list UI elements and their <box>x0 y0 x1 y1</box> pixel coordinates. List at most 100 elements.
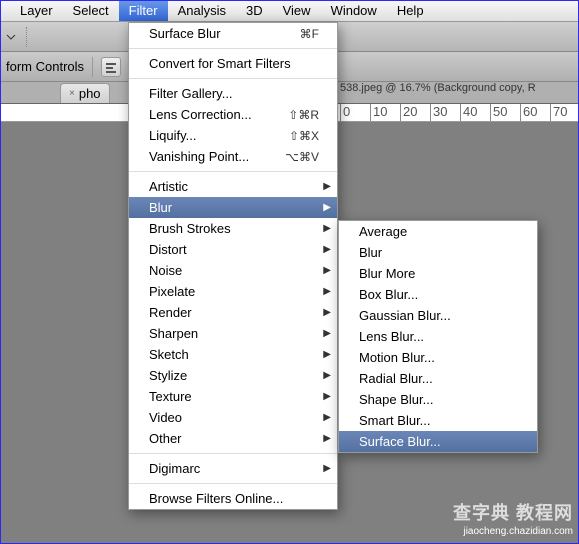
menu-item-label: Shape Blur... <box>359 392 433 407</box>
menu-other[interactable]: Other▶ <box>129 428 337 449</box>
menu-shortcut: ⇧⌘R <box>288 108 319 122</box>
menu-item-label: Distort <box>149 242 187 257</box>
menu-item-label: Average <box>359 224 407 239</box>
ruler-tick: 20 <box>400 104 417 122</box>
submenu-arrow-icon: ▶ <box>323 181 331 192</box>
form-controls-label: form Controls <box>6 59 84 74</box>
submenu-motion-blur[interactable]: Motion Blur... <box>339 347 537 368</box>
document-title: 538.jpeg @ 16.7% (Background copy, R <box>340 82 536 94</box>
ruler-tick: 30 <box>430 104 447 122</box>
submenu-arrow-icon: ▶ <box>323 265 331 276</box>
menu-item-label: Gaussian Blur... <box>359 308 451 323</box>
menu-item-label: Sketch <box>149 347 189 362</box>
menu-window[interactable]: Window <box>321 0 387 21</box>
submenu-smart-blur[interactable]: Smart Blur... <box>339 410 537 431</box>
menu-separator <box>129 171 337 172</box>
menu-convert-smart[interactable]: Convert for Smart Filters <box>129 53 337 74</box>
menu-filter[interactable]: Filter <box>119 0 168 21</box>
menu-item-label: Motion Blur... <box>359 350 435 365</box>
blur-submenu: Average Blur Blur More Box Blur... Gauss… <box>338 220 538 453</box>
ruler-tick: 70 <box>550 104 567 122</box>
watermark-main: 查字典 教程网 <box>453 502 573 525</box>
submenu-shape-blur[interactable]: Shape Blur... <box>339 389 537 410</box>
submenu-arrow-icon: ▶ <box>323 412 331 423</box>
submenu-arrow-icon: ▶ <box>323 463 331 474</box>
menu-3d[interactable]: 3D <box>236 0 273 21</box>
menu-browse-filters[interactable]: Browse Filters Online... <box>129 488 337 509</box>
menu-item-label: Blur <box>359 245 382 260</box>
watermark-sub: jiaocheng.chazidian.com <box>453 525 573 538</box>
menu-item-label: Blur More <box>359 266 415 281</box>
menu-item-label: Filter Gallery... <box>149 86 233 101</box>
menu-item-label: Texture <box>149 389 192 404</box>
menu-item-label: Brush Strokes <box>149 221 231 236</box>
submenu-lens-blur[interactable]: Lens Blur... <box>339 326 537 347</box>
menu-separator <box>129 48 337 49</box>
menu-shortcut: ⌘F <box>300 27 319 41</box>
submenu-arrow-icon: ▶ <box>323 202 331 213</box>
menu-item-label: Blur <box>149 200 172 215</box>
submenu-surface-blur[interactable]: Surface Blur... <box>339 431 537 452</box>
filter-menu: Surface Blur ⌘F Convert for Smart Filter… <box>128 22 338 510</box>
menu-shortcut: ⌥⌘V <box>285 150 319 164</box>
tab-label: pho <box>79 86 101 101</box>
menu-item-label: Pixelate <box>149 284 195 299</box>
submenu-arrow-icon: ▶ <box>323 307 331 318</box>
menu-pixelate[interactable]: Pixelate ▶ <box>129 281 337 302</box>
menu-texture[interactable]: Texture ▶ <box>129 386 337 407</box>
submenu-arrow-icon: ▶ <box>323 328 331 339</box>
menu-analysis[interactable]: Analysis <box>168 0 236 21</box>
align-icon[interactable] <box>101 57 121 77</box>
separator <box>92 57 93 77</box>
menu-separator <box>129 483 337 484</box>
menu-item-label: Video <box>149 410 182 425</box>
menu-item-label: Render <box>149 305 192 320</box>
menu-item-label: Artistic <box>149 179 188 194</box>
menu-item-label: Lens Blur... <box>359 329 424 344</box>
submenu-radial-blur[interactable]: Radial Blur... <box>339 368 537 389</box>
menu-digimarc[interactable]: Digimarc▶ <box>129 458 337 479</box>
menu-sketch[interactable]: Sketch ▶ <box>129 344 337 365</box>
menu-vanishing-point[interactable]: Vanishing Point... ⌥⌘V <box>129 146 337 167</box>
menu-select[interactable]: Select <box>63 0 119 21</box>
submenu-box-blur[interactable]: Box Blur... <box>339 284 537 305</box>
menu-blur[interactable]: Blur ▶ <box>129 197 337 218</box>
menu-item-label: Stylize <box>149 368 187 383</box>
menu-item-label: Browse Filters Online... <box>149 491 283 506</box>
submenu-arrow-icon: ▶ <box>323 286 331 297</box>
menu-item-label: Other <box>149 431 182 446</box>
menu-last-filter[interactable]: Surface Blur ⌘F <box>129 23 337 44</box>
close-tab-icon[interactable]: × <box>69 88 75 99</box>
menu-brush-strokes[interactable]: Brush Strokes▶ <box>129 218 337 239</box>
submenu-arrow-icon: ▶ <box>323 349 331 360</box>
menu-item-label: Radial Blur... <box>359 371 433 386</box>
submenu-arrow-icon: ▶ <box>323 244 331 255</box>
tool-dropdown-icon[interactable] <box>6 29 22 45</box>
submenu-blur-more[interactable]: Blur More <box>339 263 537 284</box>
document-tab[interactable]: × pho <box>60 83 110 103</box>
menu-help[interactable]: Help <box>387 0 434 21</box>
submenu-blur[interactable]: Blur <box>339 242 537 263</box>
menu-item-label: Box Blur... <box>359 287 418 302</box>
menu-item-label: Liquify... <box>149 128 196 143</box>
menu-lens-correction[interactable]: Lens Correction... ⇧⌘R <box>129 104 337 125</box>
menu-liquify[interactable]: Liquify... ⇧⌘X <box>129 125 337 146</box>
menu-video[interactable]: Video ▶ <box>129 407 337 428</box>
menu-item-label: Sharpen <box>149 326 198 341</box>
menu-distort[interactable]: Distort ▶ <box>129 239 337 260</box>
submenu-gaussian-blur[interactable]: Gaussian Blur... <box>339 305 537 326</box>
menu-layer[interactable]: Layer <box>10 0 63 21</box>
submenu-arrow-icon: ▶ <box>323 391 331 402</box>
menu-sharpen[interactable]: Sharpen ▶ <box>129 323 337 344</box>
menu-item-label: Surface Blur <box>149 26 221 41</box>
menu-filter-gallery[interactable]: Filter Gallery... <box>129 83 337 104</box>
submenu-arrow-icon: ▶ <box>323 370 331 381</box>
menu-artistic[interactable]: Artistic ▶ <box>129 176 337 197</box>
menu-render[interactable]: Render ▶ <box>129 302 337 323</box>
menu-stylize[interactable]: Stylize ▶ <box>129 365 337 386</box>
menu-noise[interactable]: Noise▶ <box>129 260 337 281</box>
menu-separator <box>129 453 337 454</box>
submenu-average[interactable]: Average <box>339 221 537 242</box>
tool-separator <box>26 27 34 47</box>
menu-view[interactable]: View <box>273 0 321 21</box>
